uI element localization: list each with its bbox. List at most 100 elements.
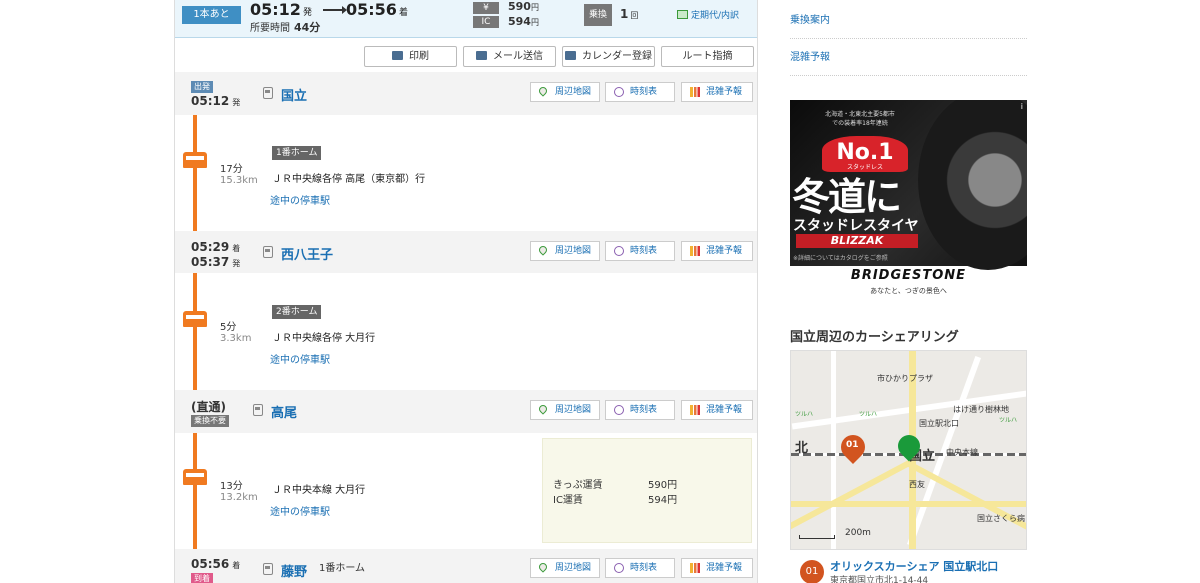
calendar-button[interactable]: カレンダー登録 [562, 46, 655, 67]
map-label: ツルハ [999, 417, 1018, 424]
tire-image [918, 100, 1027, 270]
timetable-label: 時刻表 [630, 246, 658, 256]
station-arrival-value: 05:29 [191, 240, 230, 254]
train-station-icon [253, 404, 263, 416]
ad-info-icon[interactable]: i [1021, 102, 1023, 111]
timetable-button[interactable]: 時刻表 [605, 241, 675, 261]
next-route-badge[interactable]: 1本あと [182, 6, 241, 24]
ad-no1-text: No.1 [836, 140, 894, 165]
train-station-icon [263, 246, 273, 258]
station-time-suffix: 着 [232, 561, 241, 570]
station-name[interactable]: 高尾 [271, 402, 297, 421]
crowd-forecast-label: 混雑予報 [706, 405, 743, 415]
ticket-fare-label: きっぷ運賃 [553, 480, 603, 491]
route-report-button[interactable]: ルート指摘 [661, 46, 754, 67]
station-name[interactable]: 国立 [281, 85, 307, 104]
timetable-button[interactable]: 時刻表 [605, 400, 675, 420]
pass-icon [677, 10, 688, 19]
segment-distance: 13.2km [220, 492, 258, 503]
timetable-button[interactable]: 時刻表 [605, 82, 675, 102]
carshare-map[interactable]: 市ひかりプラザ はけ通り樹林地 国立駅北口 中央本線 北 国立 西友 国立さくら… [790, 350, 1027, 550]
ic-fare-value: 594円 [648, 495, 678, 506]
segment-minutes: 17分 [220, 164, 243, 175]
print-button[interactable]: 印刷 [364, 46, 457, 67]
crowd-forecast-button[interactable]: 混雑予報 [681, 241, 753, 261]
nearby-map-button[interactable]: 周辺地図 [530, 400, 600, 420]
train-icon [183, 152, 207, 168]
duration: 所要時間 44分 [250, 19, 320, 35]
mail-button[interactable]: メール送信 [463, 46, 556, 67]
station-time: 05:12 発 [191, 94, 240, 108]
nearby-map-button[interactable]: 周辺地図 [530, 558, 600, 578]
nearby-map-label: 周辺地図 [555, 563, 592, 573]
printer-icon [392, 51, 403, 60]
sidebar-link-transfer[interactable]: 乗換案内 [790, 3, 1027, 39]
duration-value: 44分 [294, 21, 321, 34]
train-station-icon [263, 563, 273, 575]
map-pin-icon [537, 403, 549, 415]
train-station-icon [263, 87, 273, 99]
ad-slogan: あなたと、つぎの景色へ [870, 287, 947, 295]
intermediate-stops-link[interactable]: 途中の停車駅 [270, 503, 330, 518]
mail-icon [476, 51, 487, 60]
transfer-count-value: 1 [620, 7, 629, 21]
carshare-item-name[interactable]: オリックスカーシェア 国立駅北口 [830, 558, 998, 574]
route-report-label: ルート指摘 [682, 51, 733, 62]
pass-link-label: 定期代/内訳 [691, 11, 740, 21]
station-row-fujino: 05:56 着 到着 藤野 1番ホーム 周辺地図 時刻表 混雑予報 [175, 549, 757, 583]
platform-tag: 1番ホーム [272, 146, 322, 160]
crowd-forecast-button[interactable]: 混雑予報 [681, 82, 753, 102]
nearby-map-button[interactable]: 周辺地図 [530, 82, 600, 102]
map-road [831, 351, 836, 549]
departure-tag: 出発 [191, 81, 213, 93]
crowd-forecast-button[interactable]: 混雑予報 [681, 400, 753, 420]
summary-arrival: 05:56 着 [346, 0, 408, 19]
map-label: 西友 [909, 480, 925, 489]
advertisement-banner[interactable]: 北海道・北東北主要5都市での装着率18年連続 No.1 スタッドレス 冬道に スタ… [790, 100, 1027, 300]
no-transfer-tag: 乗換不要 [191, 415, 229, 427]
fare-ic-value: 594 [508, 15, 531, 28]
commuter-pass-link[interactable]: 定期代/内訳 [677, 8, 739, 21]
train-name: ＪＲ中央線各停 高尾（東京都）行 [272, 174, 426, 185]
segment-minutes: 5分 [220, 322, 237, 333]
map-main-road [791, 459, 913, 531]
arrow-right-icon [323, 6, 347, 14]
ad-brand-logo: BRIDGESTONE [850, 268, 967, 283]
map-label: 市ひかりプラザ [877, 374, 933, 383]
map-label: ツルハ [795, 411, 814, 418]
map-label: ツルハ [859, 411, 878, 418]
train-icon [183, 311, 207, 327]
fare-ic-tag: IC [473, 16, 499, 28]
nearby-map-button[interactable]: 周辺地図 [530, 241, 600, 261]
intermediate-stops-link[interactable]: 途中の停車駅 [270, 351, 330, 366]
crowd-forecast-label: 混雑予報 [706, 246, 743, 256]
crowd-forecast-button[interactable]: 混雑予報 [681, 558, 753, 578]
bar-chart-icon [690, 563, 700, 573]
nearby-map-label: 周辺地図 [555, 246, 592, 256]
station-time-value: 05:56 [191, 557, 230, 571]
map-scale [799, 535, 835, 539]
station-arrival-time: 05:29 着 [191, 240, 240, 254]
station-time-suffix: 発 [232, 259, 241, 268]
timetable-label: 時刻表 [630, 87, 658, 97]
timetable-button[interactable]: 時刻表 [605, 558, 675, 578]
segment-distance: 15.3km [220, 175, 258, 186]
map-pin-icon [537, 561, 549, 573]
map-label: 国立駅北口 [919, 419, 959, 428]
calendar-icon [565, 51, 576, 60]
station-name[interactable]: 西八王子 [281, 244, 333, 263]
map-label: 国立さくら病 [977, 514, 1025, 523]
map-label: 中央本線 [946, 448, 978, 457]
sidebar-link-crowd[interactable]: 混雑予報 [790, 40, 1027, 76]
station-arrival-suffix: 着 [232, 244, 241, 253]
train-icon [183, 469, 207, 485]
transfer-unit: 回 [630, 11, 639, 20]
ticket-fare-row: きっぷ運賃 590円 [553, 476, 677, 491]
fare-cash-value: 590 [508, 0, 531, 13]
ad-tagline: スタッドレスタイヤ [793, 218, 919, 234]
intermediate-stops-link[interactable]: 途中の停車駅 [270, 192, 330, 207]
carshare-title: 国立周辺のカーシェアリング [790, 326, 1027, 353]
station-name[interactable]: 藤野 [281, 561, 307, 580]
platform-tag: 2番ホーム [272, 305, 322, 319]
nearby-map-label: 周辺地図 [555, 405, 592, 415]
